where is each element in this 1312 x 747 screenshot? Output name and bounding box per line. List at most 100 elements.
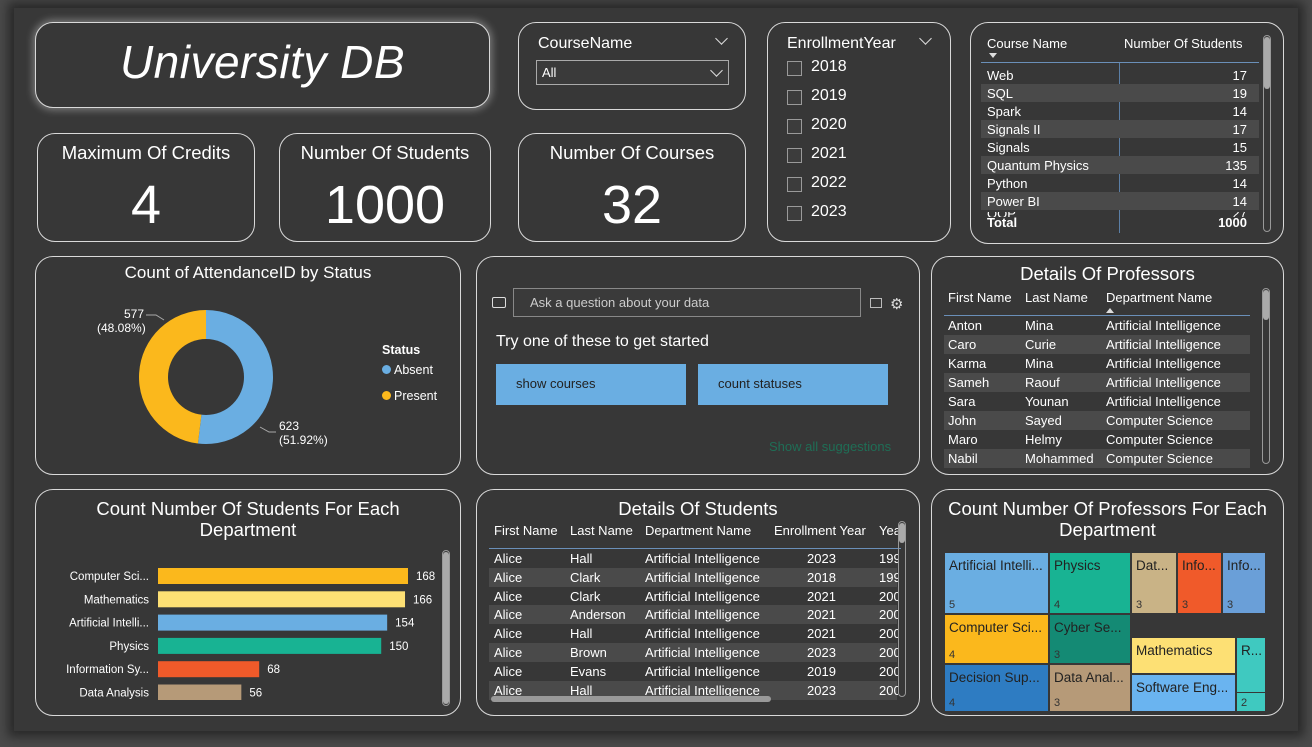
table-cell: Alice bbox=[494, 626, 523, 642]
attendance-card: Count of AttendanceID by Status 577 (48.… bbox=[35, 256, 461, 475]
course-table-scrollbar[interactable] bbox=[1263, 35, 1271, 232]
table-cell: Mohammed bbox=[1025, 451, 1094, 466]
legend-label: Absent bbox=[394, 363, 433, 377]
course-dropdown-value: All bbox=[542, 65, 557, 80]
leader-line-absent bbox=[259, 426, 276, 433]
table-cell: 199 bbox=[879, 551, 898, 566]
treemap-cell-label: Info... bbox=[1227, 558, 1261, 573]
bar[interactable] bbox=[158, 684, 242, 701]
table-cell: Nabil bbox=[948, 451, 978, 466]
legend-item-absent[interactable]: Absent bbox=[382, 363, 433, 377]
bar-category-label: Physics bbox=[109, 641, 149, 653]
scrollbar-thumb[interactable] bbox=[443, 552, 449, 704]
table-cell: 2023 bbox=[807, 682, 836, 698]
table-cell: 200 bbox=[879, 626, 898, 642]
table-cell: 200 bbox=[879, 607, 898, 623]
treemap-cell[interactable]: Physics 4 bbox=[1049, 552, 1131, 614]
bar-category-label: Information Sy... bbox=[66, 664, 149, 676]
year-option-label: 2020 bbox=[811, 116, 847, 133]
table-cell-course-name: Spark bbox=[987, 104, 1021, 119]
treemap-cell[interactable]: Decision Sup... 4 bbox=[944, 664, 1049, 712]
table-cell-course-name: Power BI bbox=[987, 194, 1040, 209]
table-cell: Helmy bbox=[1025, 432, 1062, 447]
suggestion-button-show-courses[interactable]: show courses bbox=[496, 364, 686, 405]
legend-dot-icon bbox=[382, 365, 391, 374]
treemap-cell[interactable]: Software Eng... bbox=[1131, 674, 1236, 712]
table-cell: 2021 bbox=[807, 607, 836, 623]
table-cell: Younan bbox=[1025, 394, 1069, 409]
bar[interactable] bbox=[158, 591, 406, 608]
column-header-number-of-students[interactable]: Number Of Students bbox=[1124, 36, 1243, 51]
column-header-enrollment-year[interactable]: Enrollment Year bbox=[774, 523, 866, 538]
treemap-cell[interactable]: Info... 3 bbox=[1177, 552, 1222, 614]
scrollbar-thumb[interactable] bbox=[1263, 290, 1269, 320]
kpi-label: Number Of Courses bbox=[549, 142, 715, 163]
dept-professors-title-line2: Department bbox=[1059, 519, 1156, 540]
table-cell: Alice bbox=[494, 569, 523, 585]
column-header-last-name[interactable]: Last Name bbox=[570, 523, 633, 538]
header-divider bbox=[944, 315, 1250, 316]
gear-icon[interactable]: ⚙ bbox=[890, 295, 903, 313]
scrollbar-thumb[interactable] bbox=[1264, 37, 1270, 89]
treemap-cell[interactable]: Dat... 3 bbox=[1131, 552, 1177, 614]
column-header-course-name[interactable]: Course Name bbox=[987, 36, 1067, 51]
bar[interactable] bbox=[158, 637, 382, 654]
table-cell: Artificial Intelligence bbox=[645, 588, 760, 604]
bar[interactable] bbox=[158, 661, 260, 678]
professors-scrollbar[interactable] bbox=[1262, 288, 1270, 464]
chat-icon bbox=[492, 297, 506, 308]
bar[interactable] bbox=[158, 568, 408, 584]
treemap-cell[interactable]: Cyber Se... 3 bbox=[1049, 614, 1131, 664]
bar[interactable] bbox=[158, 614, 388, 631]
table-cell: Clark bbox=[570, 569, 601, 585]
year-checkbox[interactable] bbox=[787, 61, 802, 76]
table-cell: Computer Science bbox=[1106, 413, 1213, 428]
treemap-cell[interactable]: Info... 3 bbox=[1222, 552, 1266, 614]
students-vertical-scrollbar[interactable] bbox=[898, 521, 906, 697]
column-header-first-name[interactable]: First Name bbox=[494, 523, 558, 538]
chevron-down-icon[interactable] bbox=[715, 32, 728, 45]
treemap-cell-label: Software Eng... bbox=[1136, 680, 1229, 695]
year-checkbox[interactable] bbox=[787, 90, 802, 105]
table-cell-course-name: Signals bbox=[987, 140, 1030, 155]
chevron-down-icon[interactable] bbox=[919, 32, 932, 45]
year-checkbox[interactable] bbox=[787, 119, 802, 134]
table-cell: Artificial Intelligence bbox=[645, 607, 760, 623]
treemap-cell-label: Cyber Se... bbox=[1054, 620, 1122, 635]
table-cell: Artificial Intelligence bbox=[645, 626, 760, 642]
treemap-cell[interactable]: 2 bbox=[1236, 692, 1266, 712]
treemap-cell-value: 3 bbox=[1054, 697, 1061, 709]
legend-item-present[interactable]: Present bbox=[382, 389, 437, 403]
students-horizontal-scrollbar[interactable] bbox=[491, 696, 771, 702]
year-checkbox[interactable] bbox=[787, 206, 802, 221]
bar-category-label: Computer Sci... bbox=[70, 571, 149, 583]
qa-card: Ask a question about your data ⚙ Try one… bbox=[476, 256, 920, 475]
column-header-first-name[interactable]: First Name bbox=[948, 290, 1012, 305]
treemap-cell[interactable]: Artificial Intelli... 5 bbox=[944, 552, 1049, 614]
column-header-department-name[interactable]: Department Name bbox=[1106, 290, 1212, 305]
table-cell-number-of-students: 14 bbox=[1232, 194, 1247, 209]
column-header-last-name[interactable]: Last Name bbox=[1025, 290, 1088, 305]
display-icon[interactable] bbox=[870, 298, 882, 308]
year-slicer-label: EnrollmentYear bbox=[787, 35, 896, 52]
year-option-label: 2023 bbox=[811, 203, 847, 220]
scrollbar-thumb[interactable] bbox=[899, 523, 905, 543]
leader-line-present bbox=[146, 314, 165, 321]
legend-label: Present bbox=[394, 389, 438, 403]
kpi-value: 32 bbox=[601, 175, 663, 235]
treemap-cell[interactable]: Data Anal... 3 bbox=[1049, 664, 1131, 712]
qa-input[interactable]: Ask a question about your data bbox=[513, 288, 861, 317]
course-dropdown[interactable]: All bbox=[536, 60, 729, 85]
treemap-cell-value: 2 bbox=[1241, 697, 1248, 709]
table-cell-course-name: Signals II bbox=[987, 122, 1041, 137]
show-all-suggestions-link[interactable]: Show all suggestions bbox=[769, 439, 891, 454]
year-checkbox[interactable] bbox=[787, 177, 802, 192]
bar-category-label: Artificial Intelli... bbox=[69, 618, 149, 630]
bar-value-label: 68 bbox=[267, 664, 280, 676]
column-header-department-name[interactable]: Department Name bbox=[645, 523, 751, 538]
dept-students-scrollbar[interactable] bbox=[442, 550, 450, 706]
year-checkbox[interactable] bbox=[787, 148, 802, 163]
suggestion-button-count-statuses[interactable]: count statuses bbox=[698, 364, 888, 405]
treemap-cell[interactable]: Mathematics bbox=[1131, 637, 1236, 674]
treemap-cell[interactable]: Computer Sci... 4 bbox=[944, 614, 1049, 664]
